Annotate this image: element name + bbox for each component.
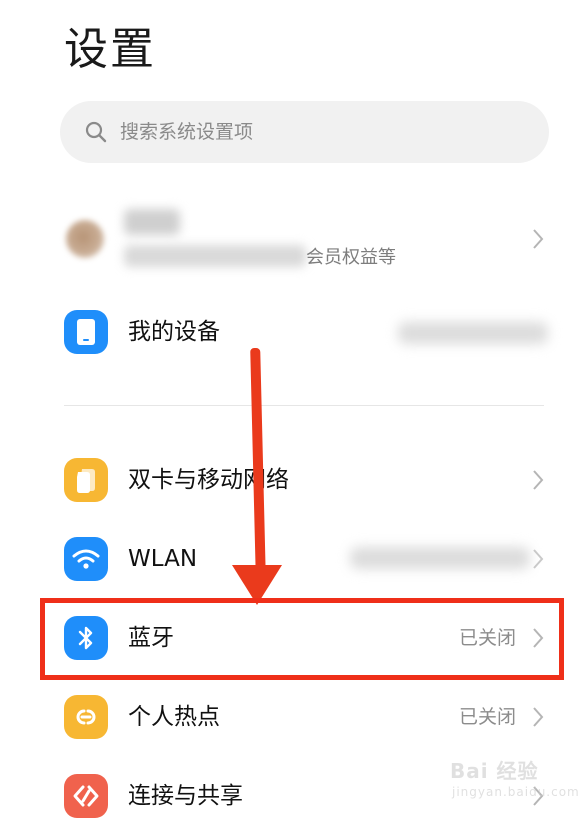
bluetooth-icon [78, 626, 93, 650]
phone-icon [77, 319, 95, 345]
watermark-sub: jingyan.baidu.com [452, 785, 580, 799]
account-name-blurred [124, 209, 180, 235]
my-device-icon-tile [64, 310, 108, 354]
wlan-value-blurred [350, 547, 530, 569]
watermark-text: Bai 经验 [450, 759, 539, 783]
sim-card-icon [77, 469, 95, 493]
account-row[interactable]: 会员权益等 [0, 195, 588, 285]
chevron-right-icon [533, 628, 544, 648]
hotspot-icon [76, 709, 96, 725]
device-name-blurred [398, 322, 548, 344]
chevron-right-icon [533, 229, 544, 249]
row-status: 已关闭 [458, 706, 516, 728]
chevron-right-icon [533, 549, 544, 569]
settings-row-my-device[interactable]: 我的设备 [0, 294, 588, 372]
account-subtitle: 会员权益等 [306, 247, 396, 268]
row-label: WLAN [128, 546, 198, 572]
account-subtitle-blurred [124, 245, 306, 267]
settings-row-hotspot[interactable]: 个人热点 已关闭 [0, 679, 588, 757]
share-icon [73, 785, 99, 807]
row-label: 蓝牙 [128, 625, 174, 651]
sharing-icon-tile [64, 774, 108, 818]
hotspot-icon-tile [64, 695, 108, 739]
row-label: 连接与共享 [128, 783, 243, 809]
chevron-right-icon [533, 470, 544, 490]
chevron-right-icon [533, 707, 544, 727]
search-icon [85, 121, 107, 143]
row-label: 我的设备 [128, 319, 220, 345]
sim-icon-tile [64, 458, 108, 502]
settings-row-bluetooth[interactable]: 蓝牙 已关闭 [0, 600, 588, 678]
avatar [66, 220, 104, 258]
page-title: 设置 [64, 24, 156, 75]
watermark: Bai 经验 jingyan.baidu.com [450, 755, 580, 813]
row-status: 已关闭 [458, 627, 516, 649]
annotation-arrow-head [232, 565, 282, 605]
wifi-icon [72, 549, 100, 569]
bluetooth-icon-tile [64, 616, 108, 660]
row-label: 个人热点 [128, 704, 220, 730]
settings-row-wlan[interactable]: WLAN [0, 521, 588, 599]
wlan-icon-tile [64, 537, 108, 581]
row-label: 双卡与移动网络 [128, 467, 289, 493]
settings-row-sim-network[interactable]: 双卡与移动网络 [0, 442, 588, 520]
search-input[interactable] [120, 101, 520, 163]
section-divider [64, 405, 544, 406]
search-bar[interactable] [60, 101, 549, 163]
